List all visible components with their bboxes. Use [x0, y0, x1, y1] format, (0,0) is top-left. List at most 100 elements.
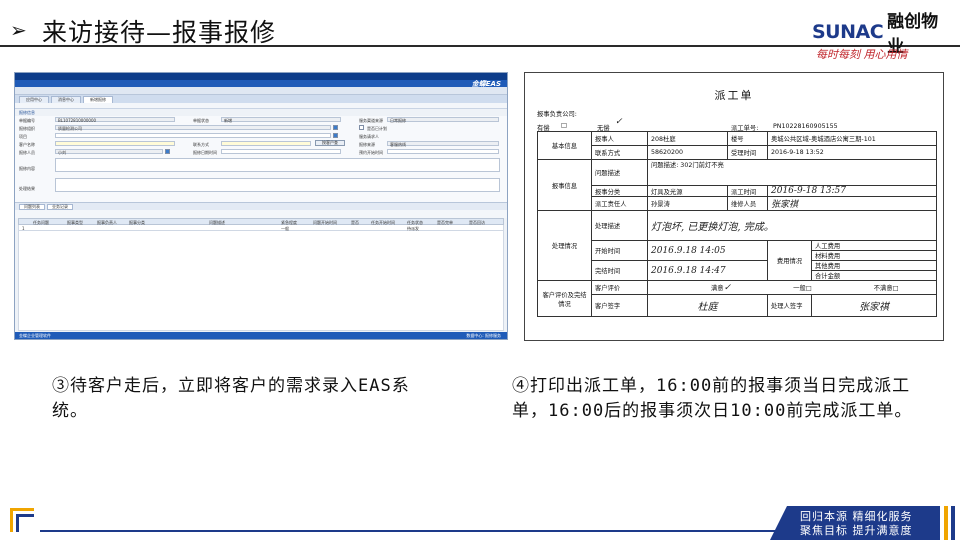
footer-line — [40, 530, 780, 532]
work-order-title: 派工单 — [714, 89, 754, 102]
slogan: 每时每刻 用心用情 — [816, 48, 908, 61]
bill-number-field[interactable]: BL1072810000000 — [55, 117, 175, 123]
field-value: 质量检测公司 — [58, 126, 82, 131]
cell-value: 58620200 — [647, 145, 728, 160]
contact-field[interactable] — [221, 141, 311, 146]
field-value: 小刘 — [58, 150, 66, 155]
field-label: 报修日期时间 — [193, 150, 217, 155]
grid-cell: 待派发 — [407, 226, 419, 231]
reporter-field[interactable]: 小刘 — [55, 149, 163, 155]
eas-tab-new-repair[interactable]: 新增报修 — [83, 96, 113, 103]
cell-label: 客户评价 — [591, 280, 648, 295]
org-lookup-button[interactable] — [333, 125, 338, 130]
result-input[interactable] — [55, 178, 500, 192]
logo-english: SUNAC — [812, 21, 884, 43]
project-field[interactable] — [55, 133, 331, 138]
reporter-lookup-button[interactable] — [165, 149, 170, 154]
eas-brand: 金蝶EAS — [471, 79, 501, 88]
section-handling: 处理情况 — [537, 210, 592, 281]
cell-value: 问题描述: 302门前灯不亮 — [647, 159, 937, 186]
section-evaluation: 客户评价及完结情况 — [537, 280, 592, 317]
field-label: 是否已计划 — [367, 126, 387, 131]
cell-label: 合计金额 — [811, 270, 937, 281]
eas-toolbar — [15, 87, 507, 95]
customer-signature: 杜庭 — [647, 294, 768, 317]
section-basic: 基本信息 — [537, 131, 592, 160]
org-field[interactable]: 质量检测公司 — [55, 125, 331, 131]
eval-check-mark: ✓ — [723, 282, 732, 293]
order-no-value: PN10228160905155 — [773, 123, 838, 130]
field-label: 预约开始时间 — [359, 150, 383, 155]
grid-tab-records[interactable]: 业务记录 — [47, 204, 73, 210]
cell-value: 2016.9.18 14:47 — [647, 260, 768, 281]
cell-label: 客户签字 — [591, 294, 648, 317]
cell-label: 联系方式 — [591, 145, 648, 160]
cell-label: 维修人员 — [727, 196, 768, 211]
eas-section-header: 报修信息 — [19, 109, 35, 115]
field-label: 客户名称 — [19, 142, 35, 147]
eval-average: 一般 — [793, 284, 806, 292]
field-label: 处理结果 — [19, 186, 35, 191]
company-logo: SUNAC 融创物业 — [812, 12, 952, 57]
cell-label: 派工责任人 — [591, 196, 648, 211]
eas-tab-messages[interactable]: 消息中心 — [51, 96, 81, 103]
work-order-table: 基本信息 报事人 208杜庭 楼号 奥城公共区域-奥城酒店公寓三期-101 联系… — [537, 131, 937, 317]
field-label: 报修内容 — [19, 166, 35, 171]
footer-slogan: 回归本源 精细化服务 聚焦目标 提升满意度 — [800, 510, 930, 538]
source-field[interactable]: 客服热线 — [387, 141, 499, 147]
corner-decoration-inner — [16, 514, 34, 532]
field-label: 报修来源 — [359, 142, 375, 147]
field-label: 单据状态 — [193, 118, 209, 123]
cell-value: 208杜庭 — [647, 131, 728, 146]
header-arrow-icon: ➢ — [10, 18, 27, 42]
section-report: 报事信息 — [537, 159, 592, 211]
cell-label: 报事人 — [591, 131, 648, 146]
field-label: 联系方式 — [193, 142, 209, 147]
cell-value: 2016-9-18 13:57 — [767, 185, 937, 197]
bill-status-field[interactable]: 新增 — [221, 117, 341, 123]
caption-step-3: ③待客户走后，立即将客户的需求录入EAS系统。 — [52, 376, 410, 421]
footer-accent-bar — [944, 506, 948, 540]
eval-unsatisfied-box: □ — [892, 284, 899, 292]
eval-satisfied: 满意 — [711, 284, 724, 292]
cell-label: 楼号 — [727, 131, 768, 146]
field-label: 服务请求人 — [359, 134, 379, 139]
field-label: 报修人员 — [19, 150, 35, 155]
cell-value: 灯泡坏, 已更换灯泡, 完成。 — [647, 210, 937, 241]
eas-menubar: 金蝶EAS — [15, 79, 507, 88]
cell-label: 处理人签字 — [767, 294, 812, 317]
table-row[interactable]: 1 一般 待派发 — [18, 225, 504, 231]
grid-header: 任务问题 报事类型 报事负责人 报事分类 问题描述 紧急程度 问题开始时间 是否… — [18, 218, 504, 225]
worker-signature: 张家祺 — [811, 294, 937, 317]
eval-average-box: □ — [805, 284, 812, 292]
cell-label: 完结时间 — [591, 260, 648, 281]
footer-line-2: 聚焦目标 提升满意度 — [800, 524, 913, 537]
project-lookup-button[interactable] — [333, 133, 338, 138]
cell-label: 其他费用 — [811, 260, 937, 271]
paid-checkbox: □ — [561, 122, 567, 129]
company-label: 报事负责公司: — [537, 111, 577, 118]
field-value: 客服热线 — [390, 142, 406, 147]
free-check-mark: ✓ — [615, 117, 623, 127]
caption-step-4: ④打印出派工单，16:00前的报事须当日完成派工单，16:00后的报事须次日10… — [512, 376, 913, 421]
evaluation-options: 满意✓ 一般□ 不满意□ — [647, 280, 937, 295]
cell-label: 人工费用 — [811, 240, 937, 251]
report-date-field[interactable] — [221, 149, 341, 154]
field-label: 服务渠道来源 — [359, 118, 383, 123]
planned-checkbox[interactable] — [359, 125, 364, 130]
grid-tabs: 问题列表 业务记录 — [15, 202, 507, 210]
eas-tab-apps[interactable]: 应用中心 — [19, 96, 49, 103]
cell-value: 灯具及光源 — [647, 185, 728, 197]
button-label: 按客户查 — [322, 140, 338, 145]
service-channel-field[interactable]: 日常报修 — [387, 117, 499, 123]
search-customer-button[interactable]: 按客户查 — [315, 140, 345, 146]
appointment-field[interactable] — [387, 149, 499, 154]
grid-tab-issues[interactable]: 问题列表 — [19, 204, 45, 210]
field-value: 新增 — [224, 118, 232, 123]
cell-label: 报事分类 — [591, 185, 648, 197]
repair-content-input[interactable] — [55, 158, 500, 172]
customer-name-field[interactable] — [55, 141, 175, 146]
field-value: 日常报修 — [390, 118, 406, 123]
cell-label: 开始时间 — [591, 240, 648, 261]
field-label: 项目 — [19, 134, 27, 139]
